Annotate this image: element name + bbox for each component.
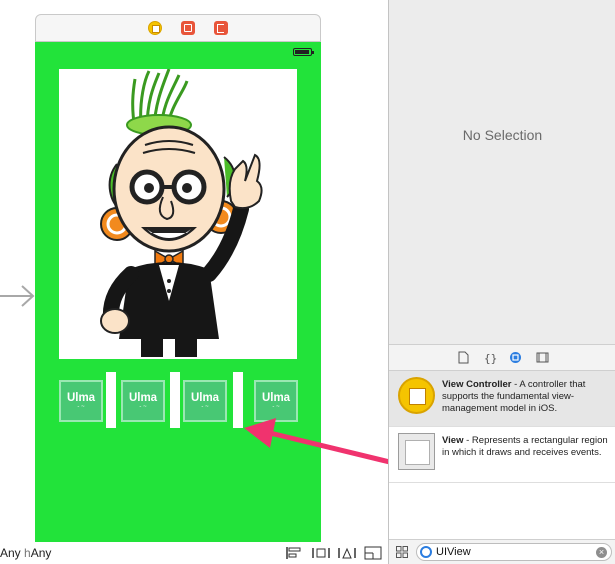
pin-icon[interactable] — [312, 546, 330, 560]
library-item-name: View Controller — [442, 379, 512, 390]
resolve-autolayout-icon[interactable] — [338, 546, 356, 560]
media-library-icon[interactable] — [536, 351, 549, 364]
filter-input[interactable] — [436, 545, 586, 559]
object-library-icon — [420, 546, 432, 558]
thumbnail-button[interactable]: Ulma - ~ — [254, 380, 298, 422]
image-view[interactable] — [59, 68, 297, 359]
storyboard-canvas[interactable]: Ulma - ~ Ulma - ~ Ulma - ~ Ulma - ~ wAny… — [0, 0, 388, 564]
thumbnail-button[interactable]: Ulma - ~ — [59, 380, 103, 422]
size-class-control[interactable]: wAny hAny — [0, 546, 51, 560]
exit-icon[interactable] — [214, 21, 228, 35]
battery-icon — [293, 48, 314, 56]
entry-point-arrow[interactable] — [0, 282, 36, 310]
separator-view — [170, 372, 180, 428]
view-icon — [398, 433, 435, 470]
code-snippet-icon[interactable]: {} — [484, 351, 497, 364]
first-responder-icon[interactable] — [181, 21, 195, 35]
thumbnail-button[interactable]: Ulma - ~ — [121, 380, 165, 422]
library-item-name: View — [442, 435, 464, 446]
library-tab-bar: {} — [389, 344, 615, 371]
thumbnail-button[interactable]: Ulma - ~ — [183, 380, 227, 422]
view-controller-icon[interactable] — [148, 21, 162, 35]
align-icon[interactable] — [286, 546, 304, 560]
library-item-view-controller[interactable]: View Controller - A controller that supp… — [389, 371, 615, 427]
character-illustration — [100, 68, 263, 357]
utilities-pane: No Selection {} View Controller - A cont… — [388, 0, 615, 564]
library-item-description: - Represents a rectangular region in whi… — [442, 435, 608, 458]
library-item-view[interactable]: View - Represents a rectangular region i… — [389, 427, 615, 483]
object-library-list: View Controller - A controller that supp… — [389, 371, 615, 483]
callout-arrow — [244, 418, 401, 467]
no-selection-label: No Selection — [462, 127, 543, 143]
separator-view — [106, 372, 116, 428]
resizing-behavior-icon[interactable] — [364, 546, 382, 560]
view-controller-icon — [398, 377, 435, 414]
clear-icon[interactable]: × — [596, 547, 607, 558]
library-filter-bar: × — [389, 539, 615, 564]
autolayout-toolbar — [286, 546, 382, 560]
scene-dock — [35, 14, 321, 42]
svg-text:{}: {} — [484, 352, 497, 364]
object-library-icon[interactable] — [509, 351, 522, 364]
inspector-area: No Selection — [389, 0, 615, 344]
file-template-icon[interactable] — [457, 351, 470, 364]
library-filter-field[interactable]: × — [416, 543, 612, 561]
grid-view-icon[interactable] — [396, 546, 408, 558]
